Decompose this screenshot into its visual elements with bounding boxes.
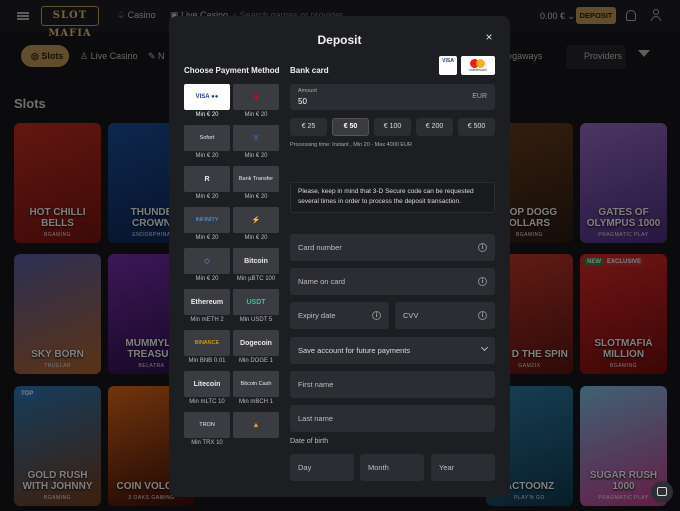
method-caption: Min € 20 <box>195 112 219 118</box>
method-bank-card[interactable]: VISA ●● <box>184 84 230 110</box>
method-label: R <box>204 175 210 183</box>
name-on-card-info-icon[interactable]: i <box>478 277 487 286</box>
method-ethereum[interactable]: Ethereum <box>184 289 230 315</box>
method-label: ⚡ <box>251 217 261 224</box>
quick-amount-25[interactable]: € 25 <box>290 118 327 136</box>
save-account-label: Save account for future payments <box>298 346 411 355</box>
cvv-info-icon[interactable]: i <box>478 311 487 320</box>
method-usdt[interactable]: USDT <box>233 289 279 315</box>
method-deutsche-bank[interactable]: ◇ <box>184 248 230 274</box>
secure-note: Please, keep in mind that 3-D Secure cod… <box>290 182 495 213</box>
method-label: V <box>253 134 259 142</box>
method-label: USDT <box>246 298 266 306</box>
chat-icon[interactable] <box>651 481 673 503</box>
method-caption: Min TRX 10 <box>191 440 223 446</box>
method-caption: Min DOGE 1 <box>238 358 273 364</box>
method-label: ◇ <box>204 258 210 265</box>
modal-title: Deposit <box>317 33 362 47</box>
method-caption: Min USDT 5 <box>239 317 273 323</box>
method-caption: Min mLTC 10 <box>189 399 225 405</box>
name-on-card-input[interactable] <box>290 268 495 295</box>
method-caption: Min mETH 2 <box>190 317 224 323</box>
method-revolut[interactable]: R <box>184 166 230 192</box>
visa-logo-text: VISA <box>442 58 454 64</box>
method-label: Dogecoin <box>240 339 272 347</box>
bank-card-label: Bank card <box>290 66 329 75</box>
mastercard-logo: mastercard <box>461 56 495 75</box>
method-label: INFINITY <box>195 217 219 223</box>
last-name-input[interactable] <box>290 405 495 432</box>
method-sparkasse[interactable]: S <box>233 84 279 110</box>
method-label: VISA ●● <box>195 94 219 100</box>
save-account-select[interactable]: Save account for future payments <box>290 337 495 364</box>
method-label: Bitcoin Cash <box>240 381 272 387</box>
processing-info: Processing time: Instant , Min 20 - Max … <box>290 142 412 148</box>
method-label: Litecoin <box>193 380 221 388</box>
method-caption: Min € 20 <box>244 153 268 159</box>
amount-field[interactable]: Amount 50 EUR <box>290 84 495 110</box>
dob-day-input[interactable] <box>290 454 354 481</box>
method-caption: Min € 20 <box>195 194 219 200</box>
dob-year-input[interactable] <box>431 454 495 481</box>
method-caption: Min € 20 <box>195 153 219 159</box>
dob-label: Date of birth <box>290 438 329 445</box>
method-infinity[interactable]: INFINITY <box>184 207 230 233</box>
amount-caption: Amount <box>298 88 317 94</box>
deposit-modal: Deposit × Choose Payment Method VISA ●● … <box>169 16 510 497</box>
method-caption: Min mBCH 1 <box>238 399 273 405</box>
mastercard-logo-text: mastercard <box>469 68 487 72</box>
method-label: ▲ <box>252 421 260 429</box>
method-label: BINANCE <box>194 340 220 346</box>
dob-month-input[interactable] <box>360 454 424 481</box>
method-caption: Min µBTC 100 <box>236 276 276 282</box>
quick-amount-50[interactable]: € 50 <box>332 118 369 136</box>
visa-logo: VISA <box>439 56 457 75</box>
close-button[interactable]: × <box>480 28 498 46</box>
first-name-input[interactable] <box>290 371 495 398</box>
method-flash[interactable]: ⚡ <box>233 207 279 233</box>
quick-amount-100[interactable]: € 100 <box>374 118 411 136</box>
quick-amount-200[interactable]: € 200 <box>416 118 453 136</box>
method-caption: Min BNB 0.01 <box>188 358 226 364</box>
method-caption: Min € 20 <box>244 235 268 241</box>
expiry-info-icon[interactable]: i <box>372 311 381 320</box>
method-bitcoin-cash[interactable]: Bitcoin Cash <box>233 371 279 397</box>
method-label: Bank Transfer <box>238 176 274 182</box>
method-bank-transfer[interactable]: Bank Transfer <box>233 166 279 192</box>
method-bitcoin[interactable]: Bitcoin <box>233 248 279 274</box>
method-caption: Min € 20 <box>195 276 219 282</box>
method-label: Bitcoin <box>244 257 268 265</box>
method-label: Ethereum <box>190 298 224 306</box>
amount-currency: EUR <box>472 93 487 100</box>
method-label: TRON <box>199 422 215 428</box>
card-number-input[interactable] <box>290 234 495 261</box>
quick-amount-500[interactable]: € 500 <box>458 118 495 136</box>
method-sofort[interactable]: Sofort <box>184 125 230 151</box>
amount-value: 50 <box>298 97 307 106</box>
chevron-down-icon <box>480 343 489 352</box>
choose-method-label: Choose Payment Method <box>184 66 280 75</box>
method-litecoin[interactable]: Litecoin <box>184 371 230 397</box>
method-label: Sofort <box>199 135 215 141</box>
method-binance[interactable]: BINANCE <box>184 330 230 356</box>
method-caption: Min € 20 <box>244 112 268 118</box>
method-tron[interactable]: TRON <box>184 412 230 438</box>
method-caption: Min € 20 <box>244 194 268 200</box>
method-other-coin[interactable]: ▲ <box>233 412 279 438</box>
method-caption: Min € 20 <box>195 235 219 241</box>
card-number-info-icon[interactable]: i <box>478 243 487 252</box>
method-dogecoin[interactable]: Dogecoin <box>233 330 279 356</box>
method-volksbank[interactable]: V <box>233 125 279 151</box>
method-label: S <box>253 93 259 101</box>
